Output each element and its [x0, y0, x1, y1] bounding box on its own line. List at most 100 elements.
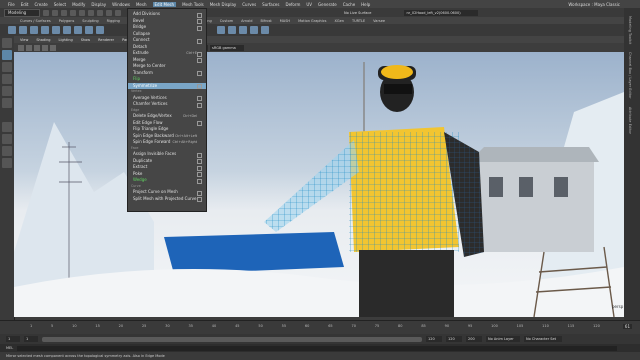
tab-modeling-toolkit[interactable]: Modeling Toolkit — [628, 16, 632, 44]
menu-item-symmetrize[interactable]: Symmetrize — [128, 82, 206, 89]
snap-grid-icon[interactable] — [97, 9, 103, 16]
lasso-tool-icon[interactable] — [2, 50, 12, 60]
menu-item-spin-edge-forward[interactable]: Spin Edge Forward Ctrl+Alt+Right — [128, 139, 206, 146]
grid-icon[interactable] — [42, 44, 48, 51]
shelf-cylinder-icon[interactable] — [30, 26, 38, 34]
range-slider-bar[interactable] — [42, 336, 422, 342]
paint-select-tool-icon[interactable] — [2, 62, 12, 72]
menu-surfaces[interactable]: Surfaces — [262, 2, 279, 7]
shelf-tab-turtle[interactable]: TURTLE — [352, 19, 365, 23]
panel-menu-view[interactable]: View — [20, 38, 28, 42]
menu-generate[interactable]: Generate — [318, 2, 337, 7]
workspace-selector[interactable]: Workspace : Maya Classic — [568, 2, 620, 7]
command-language-label[interactable]: MEL — [6, 346, 13, 350]
shelf-cube-icon[interactable] — [8, 26, 16, 34]
anim-layer-dropdown[interactable]: No Anim Layer — [486, 336, 520, 342]
shelf-sphere-icon[interactable] — [19, 26, 27, 34]
mode-selector[interactable]: Modeling — [4, 8, 40, 17]
shelf-tab-custom[interactable]: Custom — [220, 19, 233, 23]
range-start-field[interactable]: 1 — [24, 336, 38, 342]
move-tool-icon[interactable] — [2, 74, 12, 84]
shelf-extrude-icon[interactable] — [217, 26, 225, 34]
shelf-separate-icon[interactable] — [85, 26, 93, 34]
shelf-tab-arnold[interactable]: Arnold — [241, 19, 252, 23]
tab-attribute-editor[interactable]: Attribute Editor — [628, 107, 632, 134]
save-scene-icon[interactable] — [61, 9, 67, 16]
shelf-tab-rigging[interactable]: Rigging — [107, 19, 120, 23]
input-line-field[interactable]: nr_02Hood_left_v2(0600.0600) — [404, 9, 479, 16]
tab-channel-box[interactable]: Channel Box / Layer Editor — [628, 52, 632, 99]
color-space-dropdown[interactable]: sRGB gamma — [210, 44, 244, 51]
option-box-icon[interactable] — [197, 84, 202, 89]
film-gate-icon[interactable] — [50, 44, 56, 51]
select-by-component-icon[interactable] — [88, 9, 94, 16]
shelf-torus-icon[interactable] — [52, 26, 60, 34]
snap-point-icon[interactable] — [115, 9, 121, 16]
end-time-field[interactable]: 120 — [446, 336, 462, 342]
menu-curves[interactable]: Curves — [242, 2, 256, 7]
menu-help[interactable]: Help — [361, 2, 370, 7]
menu-mesh-display[interactable]: Mesh Display — [210, 2, 237, 7]
menu-modify[interactable]: Modify — [72, 2, 85, 7]
image-plane-icon[interactable] — [34, 44, 40, 51]
shelf-plane-icon[interactable] — [41, 26, 49, 34]
shelf-tab-polygons[interactable]: Polygons — [59, 19, 75, 23]
shelf-tab-motion-graphics[interactable]: Motion Graphics — [298, 19, 326, 23]
menu-create[interactable]: Create — [34, 2, 47, 7]
menu-mesh[interactable]: Mesh — [136, 2, 147, 7]
new-scene-icon[interactable] — [43, 9, 49, 16]
camera-attributes-icon[interactable] — [18, 44, 24, 51]
shelf-tab-bifrost[interactable]: Bifrost — [260, 19, 271, 23]
shelf-tab-mash[interactable]: MASH — [280, 19, 290, 23]
persp-outliner-layout-icon[interactable] — [2, 146, 12, 156]
time-slider[interactable]: 1 5 10 15 20 25 30 35 40 45 50 55 60 65 70 75 80 85 90 95 10… — [0, 320, 640, 335]
shelf-bevel-icon[interactable] — [239, 26, 247, 34]
panel-menu-lighting[interactable]: Lighting — [59, 38, 73, 42]
panel-menu-shading[interactable]: Shading — [36, 38, 50, 42]
shelf-tab-xgen[interactable]: XGen — [335, 19, 344, 23]
panel-menu-show[interactable]: Show — [81, 38, 90, 42]
command-input[interactable] — [17, 345, 618, 351]
menu-file[interactable]: File — [8, 2, 15, 7]
menu-mesh-tools[interactable]: Mesh Tools — [182, 2, 204, 7]
menu-windows[interactable]: Windows — [112, 2, 130, 7]
outliner-layout-icon[interactable] — [2, 158, 12, 168]
shelf-multicut-icon[interactable] — [250, 26, 258, 34]
menu-item-wedge[interactable]: Wedge — [128, 177, 206, 184]
menu-item-split-mesh-with-projected-curve[interactable]: Split Mesh with Projected Curve — [128, 196, 206, 202]
menu-uv[interactable]: UV — [306, 2, 312, 7]
current-frame-field[interactable]: 61 — [622, 324, 632, 329]
select-by-hierarchy-icon[interactable] — [70, 9, 76, 16]
shelf-combine-icon[interactable] — [74, 26, 82, 34]
option-box-icon[interactable] — [197, 102, 202, 108]
menu-cache[interactable]: Cache — [343, 2, 355, 7]
character-set-dropdown[interactable]: No Character Set — [524, 336, 562, 342]
single-perspective-layout-icon[interactable] — [2, 122, 12, 132]
menu-edit[interactable]: Edit — [21, 2, 29, 7]
shelf-tab-curves-surfaces[interactable]: Curves / Surfaces — [20, 19, 51, 23]
select-tool-icon[interactable] — [2, 38, 12, 48]
rotate-tool-icon[interactable] — [2, 86, 12, 96]
menu-deform[interactable]: Deform — [285, 2, 300, 7]
menu-item-chamfer-vertices[interactable]: Chamfer Vertices — [128, 101, 206, 108]
bookmarks-icon[interactable] — [26, 44, 32, 51]
menu-edit-mesh[interactable]: Edit Mesh — [152, 1, 177, 7]
range-end-field[interactable]: 120 — [426, 336, 442, 342]
shelf-cone-icon[interactable] — [63, 26, 71, 34]
menu-display[interactable]: Display — [91, 2, 106, 7]
playback-end-field[interactable]: 200 — [466, 336, 482, 342]
shelf-tab-varsee[interactable]: Varsee — [373, 19, 385, 23]
shelf-tab-sculpting[interactable]: Sculpting — [82, 19, 98, 23]
perspective-viewport[interactable]: persp — [14, 52, 624, 317]
menu-select[interactable]: Select — [54, 2, 66, 7]
start-time-field[interactable]: 1 — [6, 336, 20, 342]
shelf-bridge-icon[interactable] — [228, 26, 236, 34]
snap-curve-icon[interactable] — [106, 9, 112, 16]
open-scene-icon[interactable] — [52, 9, 58, 16]
four-view-layout-icon[interactable] — [2, 134, 12, 144]
panel-menu-renderer[interactable]: Renderer — [98, 38, 114, 42]
option-box-icon[interactable] — [197, 197, 202, 202]
shelf-target-weld-icon[interactable] — [261, 26, 269, 34]
select-by-object-icon[interactable] — [79, 9, 85, 16]
shelf-smooth-icon[interactable] — [96, 26, 104, 34]
